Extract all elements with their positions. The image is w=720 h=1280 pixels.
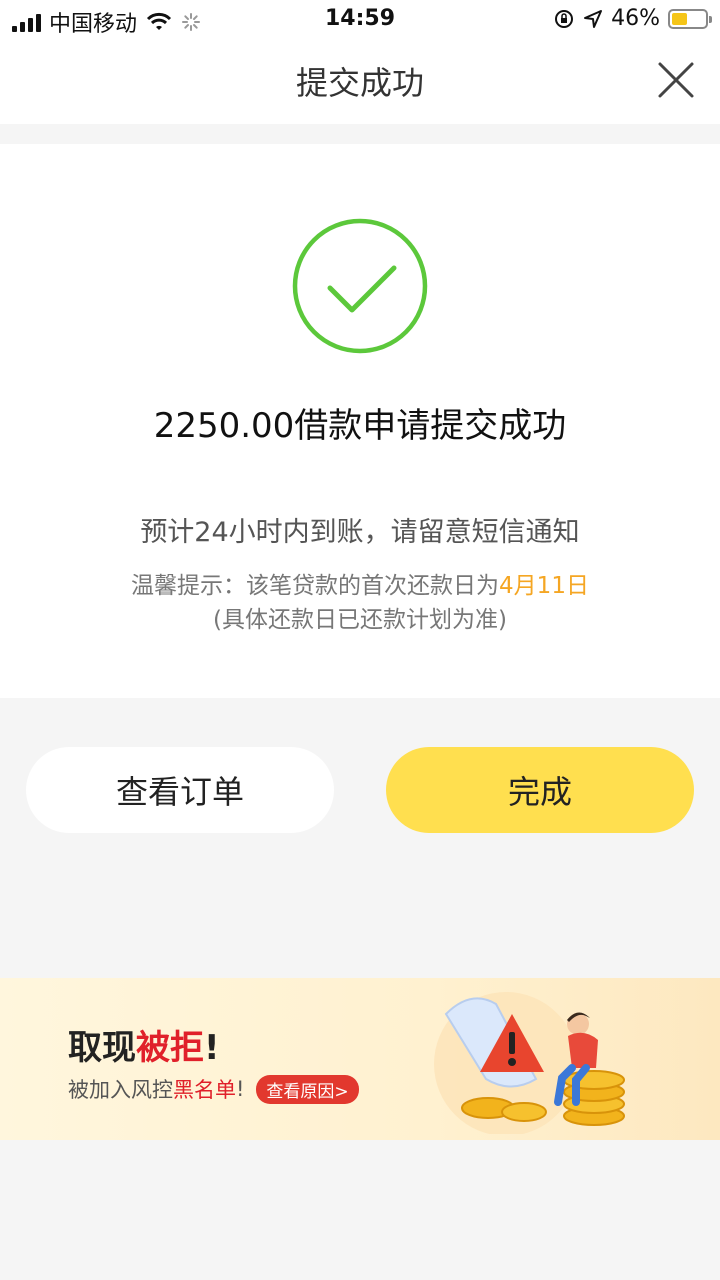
close-icon <box>658 62 694 98</box>
battery-icon <box>668 8 712 29</box>
tip-note: (具体还款日已还款计划为准) <box>213 607 507 633</box>
nav-bar: 提交成功 <box>0 40 720 124</box>
view-reason-button[interactable]: 查看原因> <box>256 1074 359 1104</box>
banner-title-prefix: 取现 <box>68 1028 136 1068</box>
repayment-tip: 温馨提示：该笔贷款的首次还款日为4月11日 <box>0 566 720 600</box>
battery-percent: 46% <box>611 6 660 31</box>
banner-sub-suffix: ! <box>236 1077 245 1101</box>
status-right: 46% <box>553 6 712 31</box>
done-button[interactable]: 完成 <box>386 747 694 833</box>
arrival-notice: 预计24小时内到账，请留意短信通知 <box>140 517 580 548</box>
page-title: 提交成功 <box>295 64 424 102</box>
banner-title-suffix: ! <box>204 1028 220 1068</box>
tip-prefix: 温馨提示：该笔贷款的首次还款日为 <box>131 573 500 599</box>
battery-level <box>672 12 687 25</box>
view-order-button[interactable]: 查看订单 <box>26 747 334 833</box>
location-icon <box>584 9 603 28</box>
banner-title: 取现被拒! <box>68 1020 220 1069</box>
check-circle-icon <box>292 218 428 354</box>
status-bar: 中国移动 14:59 46% <box>0 0 720 40</box>
result-card: 2250.00借款申请提交成功 预计24小时内到账，请留意短信通知 温馨提示：该… <box>0 144 720 698</box>
tip-date: 4月11日 <box>499 573 589 599</box>
rotation-lock-icon <box>555 9 574 28</box>
banner-subtitle: 被加入风控 黑名单! 查看原因> <box>68 1074 359 1104</box>
banner-sub-highlight: 黑名单 <box>173 1078 236 1102</box>
banner-sub-prefix: 被加入风控 <box>68 1078 173 1102</box>
success-headline: 2250.00借款申请提交成功 <box>153 406 567 446</box>
warning-coins-illustration <box>434 992 625 1134</box>
promo-banner[interactable]: 取现被拒! 被加入风控 黑名单! 查看原因> <box>0 978 720 1140</box>
close-button[interactable] <box>654 58 698 102</box>
banner-title-highlight: 被拒 <box>136 1028 204 1068</box>
